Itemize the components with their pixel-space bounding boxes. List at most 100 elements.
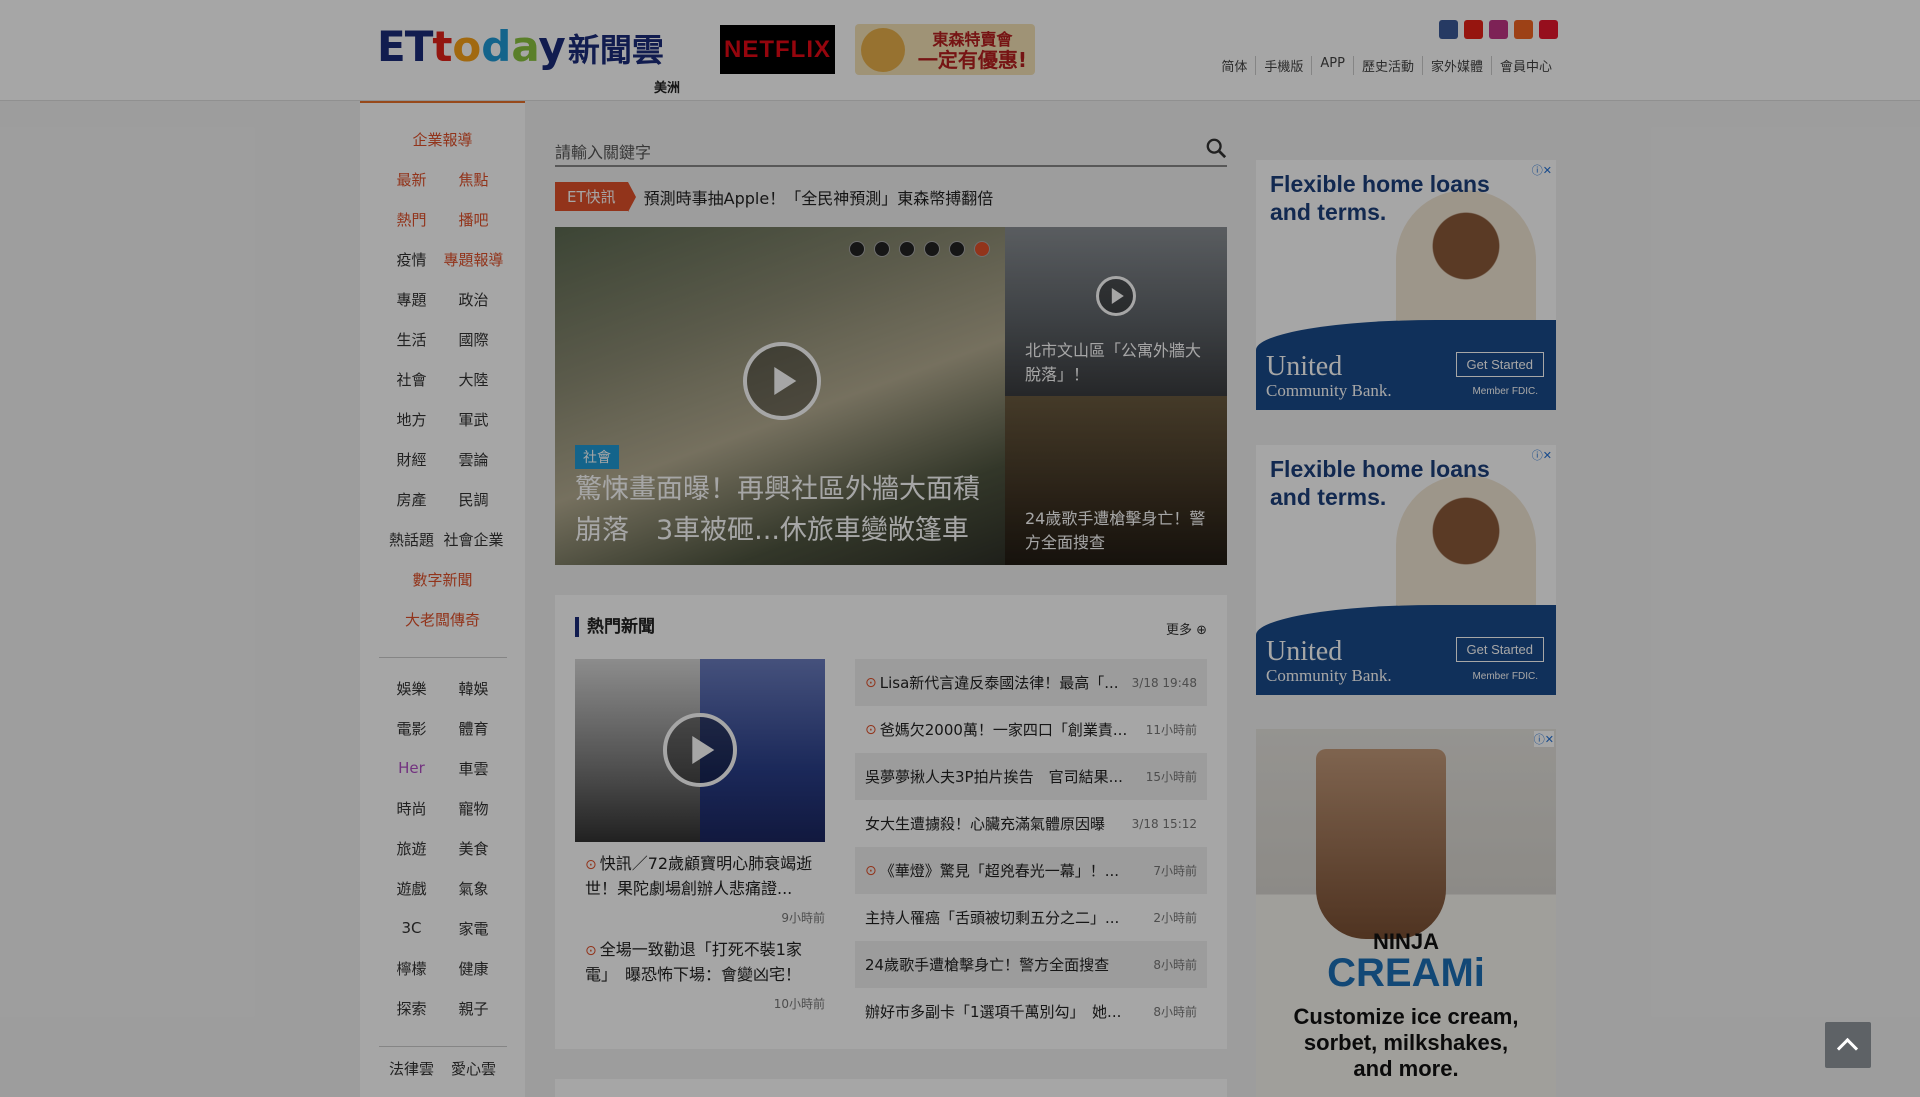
nav-item[interactable]: 探索 [381, 998, 443, 1019]
nav-item[interactable]: 雲論 [443, 449, 505, 470]
hot-left-item[interactable]: ⊙ 全場一致勸退「打死不裝1家電」 曝恐怖下場：會變凶宅！ [585, 938, 817, 987]
hot-thumbnail[interactable] [575, 659, 825, 842]
nav-item[interactable]: 大陸 [443, 369, 505, 390]
hot-list-item[interactable]: 女大生遭擄殺！心臟充滿氣體原因曝 3/18 15:12 [855, 800, 1207, 847]
region-label[interactable]: 美洲 [654, 77, 680, 96]
carousel-dot-active[interactable] [974, 241, 990, 257]
hot-list-title[interactable]: 《華燈》驚見「超兇春光一幕」！... [880, 860, 1150, 881]
nav-item[interactable]: 美食 [443, 838, 505, 859]
nav-item[interactable]: 生活 [381, 329, 443, 350]
link-mobile[interactable]: 手機版 [1255, 56, 1311, 75]
ettoday-logo[interactable]: ET today 新聞雲 [377, 22, 664, 71]
netflix-banner[interactable]: NETFLIX [720, 25, 835, 74]
nav-item[interactable]: 政治 [443, 289, 505, 310]
nav-item[interactable]: 電影 [381, 718, 443, 739]
nav-item[interactable]: 時尚 [381, 798, 443, 819]
carousel-dot[interactable] [924, 241, 940, 257]
nav-item[interactable]: 專題 [381, 289, 443, 310]
nav-item[interactable]: 親子 [443, 998, 505, 1019]
nav-item[interactable]: 家電 [443, 918, 505, 939]
nav-item[interactable]: 氣象 [443, 878, 505, 899]
nav-item[interactable]: 體育 [443, 718, 505, 739]
search-bar[interactable]: 請輸入關鍵字 [555, 135, 1227, 167]
hot-list-item[interactable]: 辦好市多副卡「1選項千萬別勾」 她... 8小時前 [855, 988, 1207, 1035]
hot-list-item[interactable]: ⊙ 《華燈》驚見「超兇春光一幕」！... 7小時前 [855, 847, 1207, 894]
hot-left-item[interactable]: ⊙ 快訊／72歲顧寶明心肺衰竭逝世！果陀劇場創辦人悲痛證... [585, 852, 817, 901]
hero-title[interactable]: 驚悚畫面曝！再興社區外牆大面積崩落 3車被砸...休旅車變敞篷車 [575, 469, 995, 551]
play-icon[interactable] [663, 713, 737, 787]
play-icon[interactable] [743, 342, 821, 420]
ticker-headline[interactable]: 預測時事抽Apple！「全民神預測」東森幣搏翻倍 [644, 185, 994, 209]
ad-cta-button[interactable]: Get Started [1455, 352, 1544, 377]
link-member-center[interactable]: 會員中心 [1490, 56, 1560, 75]
nav-item[interactable]: 專題報導 [443, 249, 505, 270]
facebook-icon[interactable] [1439, 20, 1458, 39]
nav-item[interactable]: 熱話題 [381, 529, 443, 550]
nav-item[interactable]: 最新 [381, 169, 443, 190]
hot-list-title[interactable]: 爸媽欠2000萬！一家四口「創業責... [880, 719, 1142, 740]
weibo-icon[interactable] [1539, 20, 1558, 39]
nav-item-boss[interactable]: 大老闆傳奇 [405, 609, 480, 630]
nav-item[interactable]: 國際 [443, 329, 505, 350]
hot-list-item[interactable]: 吳夢夢揪人夫3P拍片挨告 官司結果... 15小時前 [855, 753, 1207, 800]
hot-list-title[interactable]: Lisa新代言違反泰國法律！最高「... [880, 672, 1128, 693]
side-story-2-title[interactable]: 24歲歌手遭槍擊身亡！警方全面搜查 [1025, 507, 1215, 555]
nav-item[interactable]: 遊戲 [381, 878, 443, 899]
hot-list-title[interactable]: 主持人罹癌「舌頭被切剩五分之二」... [865, 907, 1149, 928]
more-link[interactable]: 更多 ⊕ [1166, 619, 1207, 638]
rss-icon[interactable] [1514, 20, 1533, 39]
carousel-dot[interactable] [899, 241, 915, 257]
link-events[interactable]: 歷史活動 [1352, 56, 1422, 75]
nav-item[interactable]: Her [381, 759, 443, 777]
nav-item-digit-news[interactable]: 數字新聞 [412, 569, 472, 590]
ad-cta-button[interactable]: Get Started [1455, 637, 1544, 662]
nav-item[interactable]: 檸檬 [381, 958, 443, 979]
ad-close-icon[interactable]: ⓘ✕ [1529, 447, 1554, 463]
carousel-dot[interactable] [849, 241, 865, 257]
nav-item[interactable]: 旅遊 [381, 838, 443, 859]
nav-item[interactable]: 車雲 [443, 758, 505, 779]
hot-list-title[interactable]: 吳夢夢揪人夫3P拍片挨告 官司結果... [865, 766, 1142, 787]
nav-item[interactable]: 房產 [381, 489, 443, 510]
ad-close-icon[interactable]: ⓘ✕ [1533, 731, 1554, 747]
nav-item[interactable]: 播吧 [443, 209, 505, 230]
link-simplified[interactable]: 简体 [1213, 56, 1255, 75]
link-app[interactable]: APP [1311, 56, 1353, 75]
nav-item[interactable]: 健康 [443, 958, 505, 979]
play-icon[interactable] [1096, 276, 1136, 316]
nav-item[interactable]: 焦點 [443, 169, 505, 190]
hero-main-story[interactable]: 社會 驚悚畫面曝！再興社區外牆大面積崩落 3車被砸...休旅車變敞篷車 [555, 227, 1005, 565]
carousel-dot[interactable] [874, 241, 890, 257]
link-outdoor-media[interactable]: 家外媒體 [1421, 56, 1491, 75]
ad-close-icon[interactable]: ⓘ✕ [1529, 162, 1554, 178]
hot-list-title[interactable]: 女大生遭擄殺！心臟充滿氣體原因曝 [865, 813, 1128, 834]
search-input[interactable]: 請輸入關鍵字 [555, 139, 651, 163]
nav-item[interactable]: 地方 [381, 409, 443, 430]
search-icon[interactable] [1205, 137, 1227, 159]
side-story-1-title[interactable]: 北市文山區「公寓外牆大脫落」！ [1025, 339, 1215, 387]
hero-side-story-1[interactable]: 北市文山區「公寓外牆大脫落」！ [1005, 227, 1227, 396]
nav-item[interactable]: 3C [381, 919, 443, 937]
nav-item[interactable]: 疫情 [381, 249, 443, 270]
nav-item[interactable]: 軍武 [443, 409, 505, 430]
hot-list-item[interactable]: 24歲歌手遭槍擊身亡！警方全面搜查 8小時前 [855, 941, 1207, 988]
bank-ad-1[interactable]: ⓘ✕ Flexible home loans and terms. United C… [1256, 160, 1556, 410]
nav-item-law[interactable]: 法律雲 [381, 1058, 443, 1079]
hero-side-story-2[interactable]: 24歲歌手遭槍擊身亡！警方全面搜查 [1005, 396, 1227, 565]
hot-list-title[interactable]: 24歲歌手遭槍擊身亡！警方全面搜查 [865, 954, 1149, 975]
nav-item[interactable]: 熱門 [381, 209, 443, 230]
instagram-icon[interactable] [1489, 20, 1508, 39]
nav-item[interactable]: 民調 [443, 489, 505, 510]
nav-item[interactable]: 財經 [381, 449, 443, 470]
back-to-top-button[interactable] [1825, 1022, 1871, 1068]
hot-list-item[interactable]: ⊙ 爸媽欠2000萬！一家四口「創業責... 11小時前 [855, 706, 1207, 753]
nav-item[interactable]: 韓娛 [443, 678, 505, 699]
nav-item-enterprise[interactable]: 企業報導 [412, 129, 472, 150]
sale-banner[interactable]: 東森特賣會 一定有優惠! [855, 24, 1035, 75]
nav-item[interactable]: 社會企業 [443, 529, 505, 550]
hot-list-item[interactable]: ⊙ Lisa新代言違反泰國法律！最高「... 3/18 19:48 [855, 659, 1207, 706]
bank-ad-2[interactable]: ⓘ✕ Flexible home loans and terms. United C… [1256, 445, 1556, 695]
hot-list-title[interactable]: 辦好市多副卡「1選項千萬別勾」 她... [865, 1001, 1149, 1022]
nav-item[interactable]: 社會 [381, 369, 443, 390]
nav-item-charity[interactable]: 愛心雲 [443, 1058, 505, 1079]
